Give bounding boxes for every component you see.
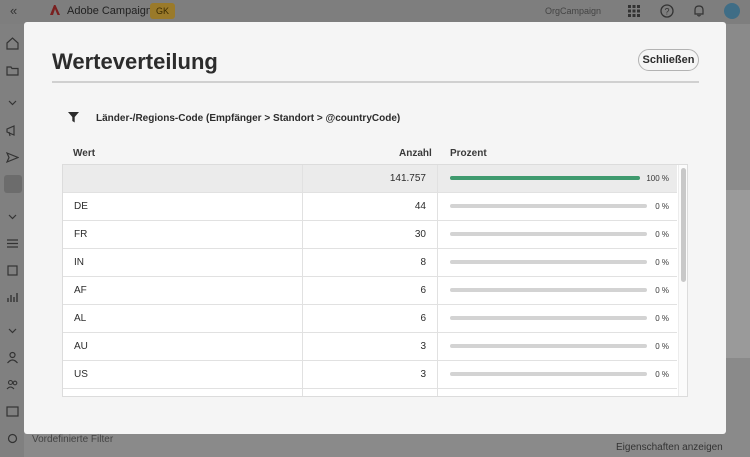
table-row[interactable]: DE 44 0 % [63,193,677,221]
percentage-bar [450,176,640,180]
column-header-wert[interactable]: Wert [73,148,95,159]
percentage-bar [450,232,647,236]
table-row[interactable]: AL 6 0 % [63,305,677,333]
chart-icon[interactable] [6,291,19,304]
cell-prozent: 0 % [438,333,677,360]
chevron-down-icon[interactable] [6,96,19,109]
percentage-bar [450,372,647,376]
cell-wert: DE [63,193,303,220]
table-scrollbar[interactable] [678,165,687,396]
cell-anzahl [303,389,438,396]
scrollbar-thumb[interactable] [681,168,686,282]
user-avatar[interactable] [724,3,740,19]
predefined-filters-link[interactable]: Vordefinierte Filter [32,434,113,445]
percentage-bar-fill [450,176,640,180]
percentage-value: 0 % [655,258,669,267]
percentage-value: 100 % [646,174,669,183]
org-name[interactable]: OrgCampaign [545,6,601,16]
cell-anzahl: 6 [303,305,438,332]
app-header: « Adobe Campaign GK OrgCampaign ? [0,0,750,24]
bell-icon[interactable] [692,4,706,18]
percentage-value: 0 % [655,230,669,239]
cell-prozent [438,389,677,396]
cell-prozent: 0 % [438,361,677,388]
table-row[interactable]: AF 6 0 % [63,277,677,305]
table-row[interactable]: US 3 0 % [63,361,677,389]
distribution-table: US 3 0 % AU 3 0 % AL 6 0 % AF 6 0 % IN 8 0 % FR 30 0 % DE 4… [62,164,688,397]
cell-wert: US [63,361,303,388]
table-row[interactable]: FR 30 0 % [63,221,677,249]
cell-anzahl: 3 [303,361,438,388]
percentage-value: 0 % [655,286,669,295]
apps-grid-icon[interactable] [627,4,641,18]
close-button[interactable]: Schließen [638,49,699,71]
cell-prozent: 0 % [438,305,677,332]
home-icon[interactable] [6,37,19,50]
right-side-panel [726,190,750,358]
filter-icon [68,112,79,123]
column-header-anzahl[interactable]: Anzahl [399,148,432,159]
cell-wert [63,165,303,192]
dialog-title: Werteverteilung [52,49,218,74]
percentage-value: 0 % [655,342,669,351]
cell-wert: IN [63,249,303,276]
table-row[interactable]: 141.757 100 % [63,165,677,193]
cell-prozent: 0 % [438,221,677,248]
cell-anzahl: 6 [303,277,438,304]
value-distribution-dialog: Werteverteilung Schließen Länder-/Region… [24,22,726,434]
percentage-value: 0 % [655,370,669,379]
cell-prozent: 100 % [438,165,677,192]
audiences-nav-item[interactable] [4,175,22,193]
table-row[interactable] [63,389,677,396]
percentage-bar [450,260,647,264]
percentage-value: 0 % [655,202,669,211]
chevron-down-icon[interactable] [6,210,19,223]
table-row[interactable]: AU 3 0 % [63,333,677,361]
cell-wert [63,389,303,396]
cell-prozent: 0 % [438,277,677,304]
column-header-prozent[interactable]: Prozent [450,148,487,159]
cell-anzahl: 141.757 [303,165,438,192]
cell-wert: AL [63,305,303,332]
cell-anzahl: 8 [303,249,438,276]
cell-anzahl: 44 [303,193,438,220]
cell-wert: AF [63,277,303,304]
percentage-bar [450,344,647,348]
percentage-bar [450,316,647,320]
percentage-bar [450,288,647,292]
help-icon[interactable]: ? [660,4,674,18]
percentage-value: 0 % [655,314,669,323]
list-icon[interactable] [6,237,19,250]
cell-anzahl: 3 [303,333,438,360]
svg-text:?: ? [664,7,669,17]
table-row[interactable]: IN 8 0 % [63,249,677,277]
cell-anzahl: 30 [303,221,438,248]
cell-prozent: 0 % [438,193,677,220]
megaphone-icon[interactable] [6,124,19,137]
collapse-nav-icon[interactable]: « [10,3,17,18]
cell-wert: FR [63,221,303,248]
image-icon[interactable] [6,405,19,418]
percentage-bar [450,204,647,208]
folder-icon[interactable] [6,64,19,77]
sandbox-badge[interactable]: GK [150,3,176,19]
cell-wert: AU [63,333,303,360]
filter-attribute-label: Länder-/Regions-Code (Empfänger > Stando… [96,113,401,124]
chevron-down-icon[interactable] [6,324,19,337]
settings-icon[interactable] [6,432,19,445]
app-name[interactable]: Adobe Campaign [67,5,152,17]
title-divider [52,81,699,83]
show-properties-link[interactable]: Eigenschaften anzeigen [616,442,723,453]
cell-prozent: 0 % [438,249,677,276]
stack-icon[interactable] [6,264,19,277]
adobe-logo-icon [50,5,60,15]
user-icon[interactable] [6,351,19,364]
users-icon[interactable] [6,378,19,391]
send-icon[interactable] [6,151,19,164]
app-sidebar [0,24,24,457]
